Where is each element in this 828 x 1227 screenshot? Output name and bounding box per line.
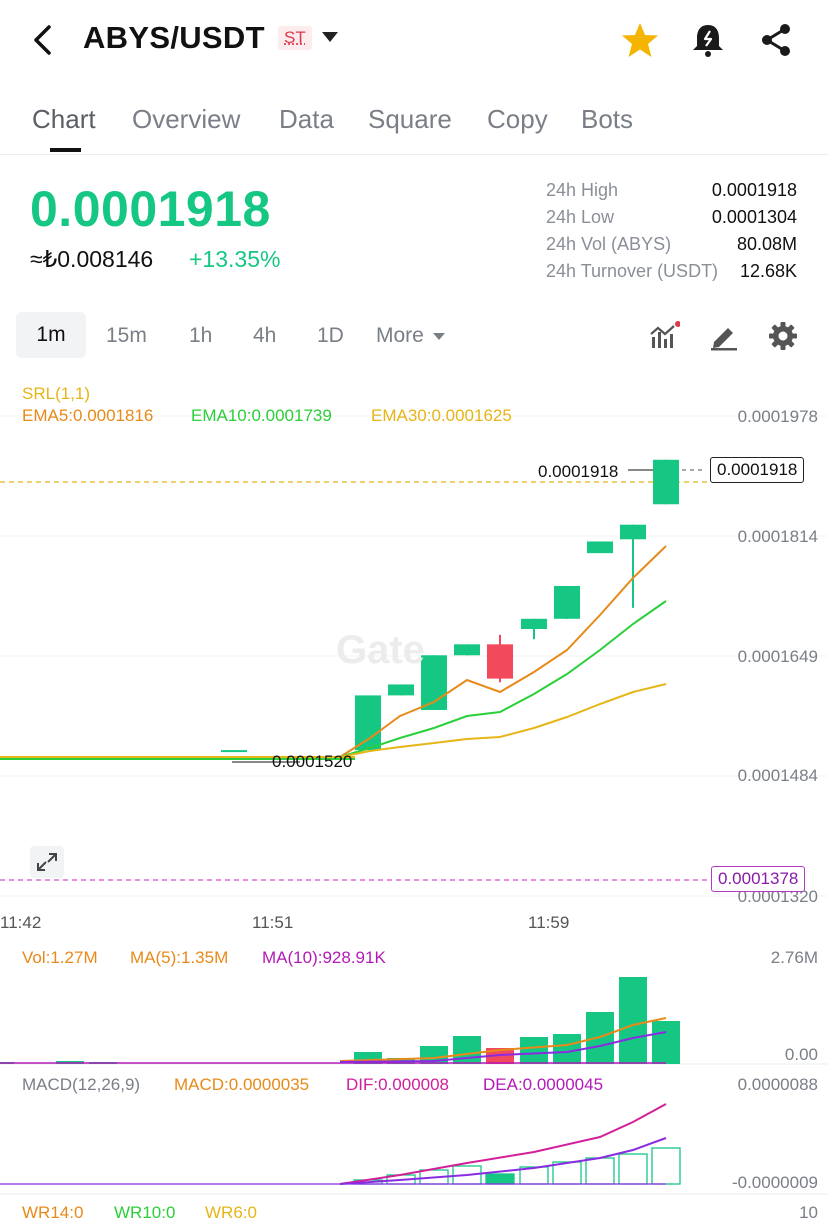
macd-axis-top: 0.0000088: [737, 1075, 818, 1094]
tab-bots[interactable]: Bots: [581, 104, 633, 135]
settings-gear-icon[interactable]: [767, 320, 799, 352]
fiat-price: ≈₺0.008146: [30, 246, 154, 272]
srl-label: SRL(1,1): [22, 384, 91, 403]
stat-label-high: 24h High: [546, 180, 619, 200]
active-tab-indicator: [50, 148, 81, 152]
bell-alert-icon[interactable]: [688, 20, 728, 60]
ema30-label: EMA30:0.0001625: [371, 406, 512, 425]
price-axis-tick: 0.0001484: [737, 766, 818, 785]
candle-body: [487, 644, 513, 679]
price-change: +13.35%: [189, 246, 281, 272]
vol-axis-top: 2.76M: [770, 948, 818, 967]
tab-chart[interactable]: Chart: [32, 104, 96, 135]
chevron-down-icon[interactable]: [322, 32, 338, 42]
candle-body: [521, 618, 547, 630]
candle-body: [620, 524, 646, 540]
wr10-label: WR10:0: [114, 1203, 176, 1222]
macd-hist-bar: [485, 1173, 515, 1185]
candle-body: [653, 459, 679, 505]
macd-value: MACD:0.0000035: [174, 1075, 310, 1094]
volume-bar: [520, 1037, 548, 1064]
ema10-label: EMA10:0.0001739: [191, 406, 332, 425]
last-price: 0.0001918: [30, 181, 271, 237]
ema10-line: [339, 600, 667, 758]
low-marker-label: 0.0001520: [272, 752, 353, 771]
vol-ma5-label: MA(5):1.35M: [130, 948, 229, 967]
expand-icon[interactable]: [30, 846, 64, 878]
wr14-label: WR14:0: [22, 1203, 84, 1222]
tab-square[interactable]: Square: [368, 104, 452, 135]
wr-axis: 10: [799, 1203, 818, 1222]
time-axis-label: 11:42: [0, 913, 42, 932]
macd-axis-bottom: -0.0000009: [731, 1173, 818, 1192]
more-caret-icon: [433, 333, 445, 340]
volume-bar: [553, 1034, 581, 1064]
interval-4h[interactable]: 4h: [253, 324, 276, 348]
vol-label: Vol:1.27M: [22, 948, 98, 967]
stat-label-vol: 24h Vol (ABYS): [546, 234, 672, 254]
macd-title: MACD(12,26,9): [22, 1075, 141, 1094]
main-tabs: Chart Overview Data Square Copy Bots: [0, 96, 828, 155]
interval-1d[interactable]: 1D: [317, 324, 344, 348]
tab-data[interactable]: Data: [279, 104, 334, 135]
back-arrow-icon[interactable]: [26, 22, 60, 58]
time-axis-label: 11:59: [528, 913, 570, 932]
candle-body: [454, 644, 480, 656]
high-marker-label: 0.0001918: [538, 462, 619, 481]
candle-body: [554, 585, 580, 619]
price-axis-tick: 0.0001649: [737, 647, 818, 666]
macd-hist-bar: [618, 1153, 648, 1185]
pair-title[interactable]: ABYS/USDT: [83, 20, 265, 56]
vol-axis-bottom: 0.00: [784, 1045, 818, 1064]
vol-ma10-label: MA(10):928.91K: [262, 948, 386, 967]
interval-1m[interactable]: 1m: [16, 312, 86, 358]
volume-bar: [652, 1021, 680, 1064]
time-axis-label: 11:51: [252, 913, 294, 932]
interval-1h[interactable]: 1h: [189, 324, 212, 348]
interval-15m[interactable]: 15m: [106, 324, 147, 348]
price-axis-tick: 0.0001978: [737, 407, 818, 426]
macd-hist-bar: [651, 1147, 681, 1185]
macd-dea: DEA:0.0000045: [483, 1075, 604, 1094]
candle-body: [355, 695, 381, 751]
price-chart[interactable]: [0, 372, 828, 1227]
ema5-label: EMA5:0.0001816: [22, 406, 154, 425]
candle-body: [587, 541, 613, 554]
tab-overview[interactable]: Overview: [132, 104, 240, 135]
share-icon[interactable]: [756, 20, 796, 60]
macd-hist-bar: [585, 1157, 615, 1185]
stat-value-turnover: 12.68K: [739, 261, 797, 281]
tab-copy[interactable]: Copy: [487, 104, 548, 135]
stat-value-low: 0.0001304: [711, 207, 797, 227]
wr6-label: WR6:0: [205, 1203, 257, 1222]
candle-body: [221, 750, 247, 753]
star-icon[interactable]: [620, 20, 660, 60]
last-price-tag: 0.0001918: [710, 457, 805, 483]
stat-label-low: 24h Low: [546, 207, 615, 227]
stat-value-vol: 80.08M: [736, 234, 797, 254]
gate-watermark: Gate: [336, 628, 425, 672]
price-axis-tick: 0.0001814: [737, 527, 818, 546]
top-bar: ABYS/USDT ST: [0, 0, 828, 80]
stat-label-turnover: 24h Turnover (USDT): [546, 261, 719, 281]
stat-value-high: 0.0001918: [711, 180, 797, 200]
alert-price-tag[interactable]: 0.0001378: [711, 866, 806, 892]
macd-dif: DIF:0.000008: [346, 1075, 450, 1094]
draw-pen-icon[interactable]: [708, 320, 740, 352]
st-badge: ST: [278, 26, 312, 50]
candle-body: [388, 684, 414, 696]
interval-more[interactable]: More: [376, 324, 424, 348]
interval-bar: 1m 15m 1h 4h 1D More: [0, 312, 828, 360]
indicators-icon[interactable]: [648, 320, 680, 352]
volume-bar: [619, 977, 647, 1064]
